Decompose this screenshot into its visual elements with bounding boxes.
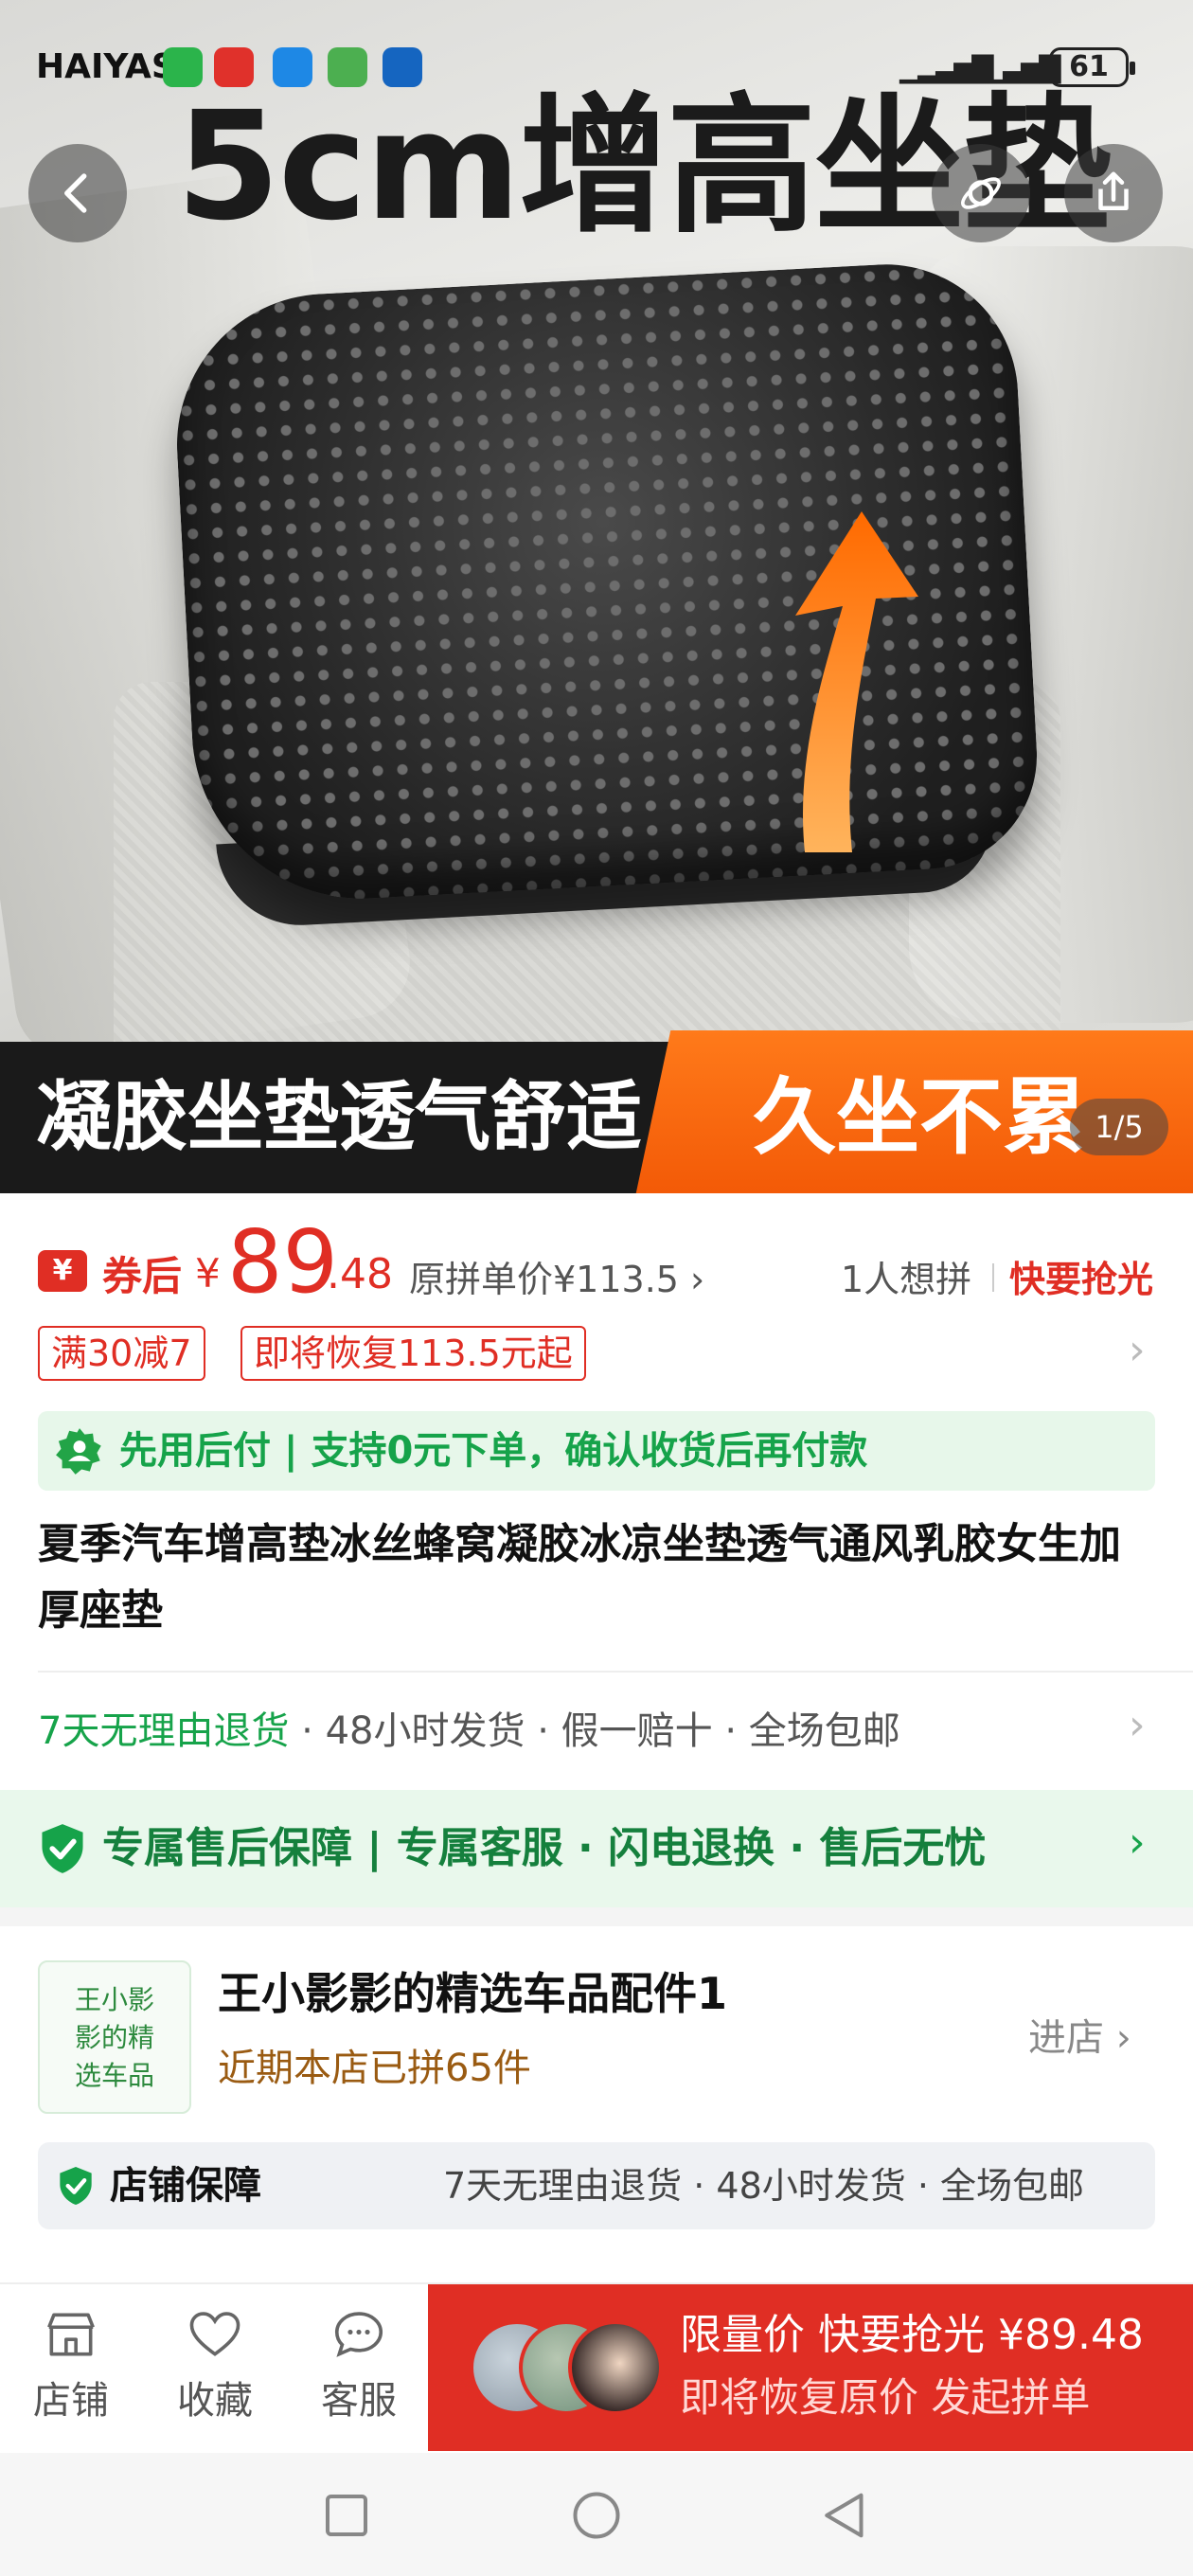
battery-icon: 61 [1049,47,1135,87]
hurry-label: 快要抢光 [1009,1259,1154,1300]
store-name[interactable]: 王小影影的精选车品配件1 [218,1960,727,2027]
want-count: 1人想拼 [841,1259,972,1300]
store-sales: 近期本店已拼65件 [218,2047,531,2090]
favorite-tab-button[interactable]: 收藏 [153,2305,276,2424]
group-buy-price-label: 限量价 快要抢光 ¥89.48 [680,2311,1144,2359]
up-arrow-icon [795,511,918,852]
share-button[interactable] [1064,144,1163,242]
favorite-tab-label: 收藏 [177,2379,253,2423]
chevron-right-icon[interactable]: › [1129,1326,1146,1374]
store-logo[interactable]: 王小影影的精选车品 [38,1960,191,2114]
divider [38,1671,1193,1673]
signal-icon: ▁▂▃▅▇ [899,51,993,84]
price-currency: ¥ [195,1250,221,1297]
original-price[interactable]: 原拼单价¥113.5 › [409,1250,704,1302]
app-notification-icon [273,47,312,87]
app-notification-icon [214,47,254,87]
heart-icon [189,2312,240,2356]
recent-apps-icon[interactable] [318,2487,375,2544]
back-nav-icon[interactable] [816,2487,873,2544]
return-policy-text: 7天无理由退货 [38,1709,290,1753]
restore-price-tag: 即将恢复113.5元起 [240,1326,586,1381]
price-decimal: .48 [327,1250,393,1298]
coupon-icon: ¥ [38,1250,87,1292]
original-price-text: 原拼单价¥113.5 [409,1259,679,1300]
guarantee-text: 专属售后保障 | 专属客服 · 闪电退换 · 售后无忧 [102,1824,987,1872]
wechat-icon [163,47,203,87]
image-counter: 1/5 [1070,1099,1168,1155]
buyer-avatar [568,2320,663,2415]
banner-left-text: 凝胶坐垫透气舒适 [36,1073,642,1161]
store-guarantee-items: 7天无理由退货 · 48小时发货 · 全场包邮 [443,2165,1085,2207]
banner-right-text: 久坐不累 [753,1068,1087,1166]
discount-tag: 满30减7 [38,1326,205,1381]
enter-store-button[interactable]: 进店 › [1028,2008,1131,2068]
enter-store-label: 进店 [1028,2016,1104,2060]
service-tab-button[interactable]: 客服 [297,2305,420,2424]
shield-check-icon [42,1824,83,1873]
chat-icon [334,2312,383,2357]
app-notification-icon [328,47,367,87]
store-guarantee-title: 店铺保障 [110,2164,261,2208]
pay-later-badge-icon [56,1428,101,1475]
service-items-text: · 48小时发货 · 假一赔十 · 全场包邮 [289,1709,900,1753]
pay-later-text: 先用后付 | 支持0元下单，确认收货后再付款 [119,1429,868,1473]
planet-icon [961,177,1001,209]
store-tab-button[interactable]: 店铺 [9,2305,133,2424]
home-icon[interactable] [568,2487,625,2544]
status-bar: HAIYAST ▁▂▃▅▇ ▁▃▅▇ 61 [0,38,1193,100]
store-tab-label: 店铺 [33,2379,109,2423]
chevron-left-icon [64,173,87,213]
service-tab-label: 客服 [321,2379,397,2423]
back-button[interactable] [28,144,127,242]
signal-icon: ▁▃▅▇ [985,51,1060,84]
shield-check-icon [60,2167,92,2205]
group-buy-action-label: 即将恢复原价 发起拼单 [680,2374,1091,2421]
section-gap [0,1907,1193,1926]
divider [992,1263,994,1292]
store-logo-text: 王小影影的精选车品 [74,1984,154,2091]
app-notification-icon [383,47,422,87]
service-line[interactable]: 7天无理由退货 · 48小时发货 · 假一赔十 · 全场包邮 [38,1701,900,1762]
ar-view-button[interactable] [932,144,1030,242]
chevron-right-icon[interactable]: › [1129,1701,1146,1749]
chevron-right-icon[interactable]: › [1129,1818,1146,1867]
store-icon [47,2313,95,2356]
share-icon [1098,171,1129,210]
price-prefix: 券后 [102,1253,183,1299]
price-integer: 89 [227,1211,339,1313]
product-title: 夏季汽车增高垫冰丝蜂窝凝胶冰凉坐垫透气通风乳胶女生加厚座垫 [38,1520,1121,1635]
